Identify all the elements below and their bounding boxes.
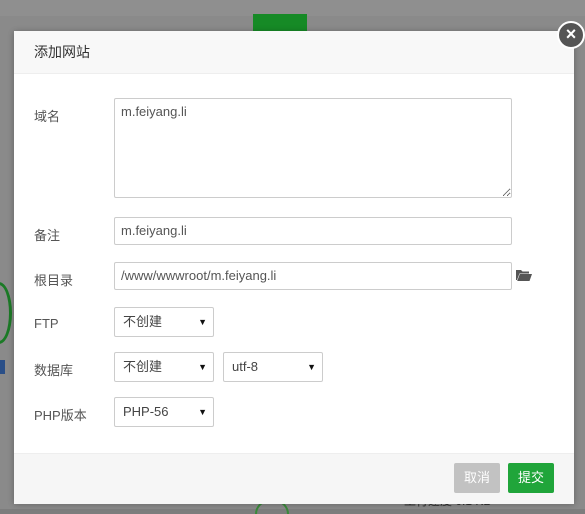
- background-gauge: [0, 282, 12, 344]
- chevron-down-icon: ▼: [307, 362, 316, 372]
- dialog-title: 添加网站: [14, 31, 574, 74]
- ftp-label: FTP: [34, 316, 59, 331]
- charset-select[interactable]: utf-8 ▼: [223, 352, 323, 382]
- root-dir-label: 根目录: [34, 273, 74, 288]
- root-dir-input[interactable]: /www/wwwroot/m.feiyang.li: [114, 262, 512, 290]
- close-icon[interactable]: ×: [557, 21, 585, 49]
- domain-label: 域名: [34, 109, 61, 124]
- remark-input[interactable]: m.feiyang.li: [114, 217, 512, 245]
- remark-label: 备注: [34, 228, 61, 243]
- domain-textarea[interactable]: m.feiyang.li: [114, 98, 512, 198]
- submit-button[interactable]: 提交: [508, 463, 554, 493]
- php-version-select-value: PHP-56: [123, 404, 169, 419]
- folder-open-icon[interactable]: [516, 269, 532, 281]
- database-label: 数据库: [34, 363, 74, 378]
- charset-select-value: utf-8: [232, 359, 259, 374]
- chevron-down-icon: ▼: [198, 362, 207, 372]
- dialog-footer: 取消 提交: [14, 453, 574, 504]
- database-select-value: 不创建: [123, 359, 163, 374]
- background-green-block: [253, 14, 307, 32]
- chevron-down-icon: ▼: [198, 317, 207, 327]
- php-version-label: PHP版本: [34, 408, 87, 423]
- add-site-dialog: 添加网站 域名 m.feiyang.li 备注 m.feiyang.li 根目录…: [14, 31, 574, 504]
- cancel-button[interactable]: 取消: [454, 463, 500, 493]
- background-marker: [0, 360, 5, 374]
- chevron-down-icon: ▼: [198, 407, 207, 417]
- php-version-select[interactable]: PHP-56 ▼: [114, 397, 214, 427]
- database-select[interactable]: 不创建 ▼: [114, 352, 214, 382]
- ftp-select[interactable]: 不创建 ▼: [114, 307, 214, 337]
- ftp-select-value: 不创建: [123, 314, 163, 329]
